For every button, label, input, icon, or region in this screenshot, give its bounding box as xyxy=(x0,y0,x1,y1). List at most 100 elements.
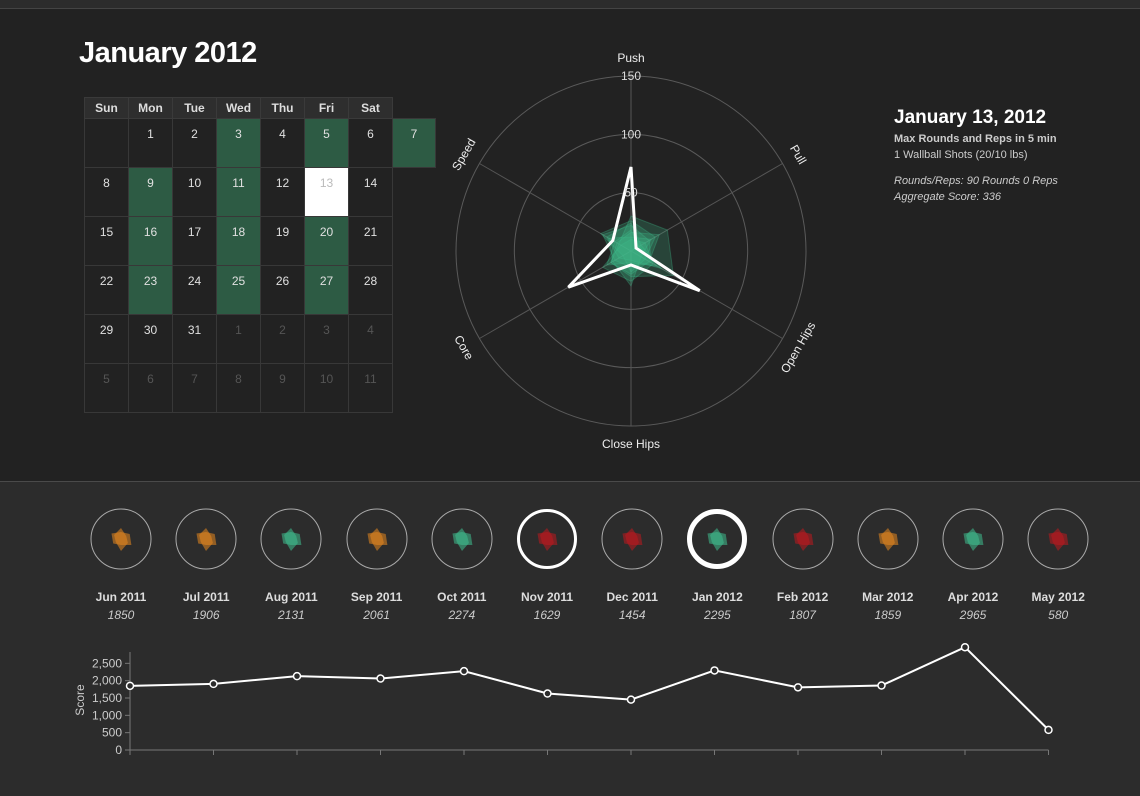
weekday-sat: Sat xyxy=(348,97,393,119)
score-point[interactable] xyxy=(710,666,719,675)
month-thumbnail[interactable] xyxy=(514,506,580,572)
calendar-week: 5 6 7 8 9 10 11 xyxy=(84,363,436,413)
month-item[interactable]: Mar 2012 1859 xyxy=(846,506,930,622)
calendar-day[interactable]: 15 xyxy=(84,216,129,266)
month-label: May 2012 xyxy=(1031,590,1085,604)
calendar-day: 10 xyxy=(304,363,349,413)
month-item[interactable]: Aug 2011 2131 xyxy=(249,506,333,622)
month-item[interactable]: Feb 2012 1807 xyxy=(761,506,845,622)
month-thumbnail[interactable] xyxy=(599,506,665,572)
month-item[interactable]: Dec 2011 1454 xyxy=(590,506,674,622)
calendar-day[interactable]: 12 xyxy=(260,167,305,217)
month-thumbnail[interactable] xyxy=(173,506,239,572)
calendar-day[interactable]: 17 xyxy=(172,216,217,266)
detail-date: January 13, 2012 xyxy=(894,107,1047,128)
detail-aggregate: Aggregate Score: 336 xyxy=(894,191,1002,203)
month-score: 1859 xyxy=(874,608,902,622)
y-tick-label: 2,000 xyxy=(92,674,122,688)
month-item[interactable]: Apr 2012 2965 xyxy=(931,506,1015,622)
calendar-day[interactable]: 3 xyxy=(216,118,261,168)
calendar-day: 3 xyxy=(304,314,349,364)
weekday-mon: Mon xyxy=(128,97,173,119)
radar-axis-label: Open Hips xyxy=(778,319,818,375)
score-point[interactable] xyxy=(877,681,886,690)
month-thumbnail[interactable] xyxy=(770,506,836,572)
calendar-day[interactable]: 24 xyxy=(172,265,217,315)
calendar-day[interactable]: 11 xyxy=(216,167,261,217)
score-point[interactable] xyxy=(960,642,970,652)
calendar-day[interactable]: 2 xyxy=(172,118,217,168)
score-point[interactable] xyxy=(292,671,302,681)
month-label: Jul 2011 xyxy=(182,590,230,604)
calendar-day[interactable]: 28 xyxy=(348,265,393,315)
calendar-day[interactable]: 8 xyxy=(84,167,129,217)
calendar-day[interactable]: 21 xyxy=(348,216,393,266)
y-axis-label: Score xyxy=(73,684,87,716)
calendar-day[interactable]: 18 xyxy=(216,216,261,266)
score-point[interactable] xyxy=(626,695,636,704)
month-thumbnail[interactable] xyxy=(88,506,154,572)
top-panel: January 2012 Sun Mon Tue Wed Thu Fri Sat 12345… xyxy=(0,8,1140,482)
month-item[interactable]: Nov 2011 1629 xyxy=(505,506,589,622)
score-point[interactable] xyxy=(376,674,385,683)
score-point[interactable] xyxy=(543,689,552,698)
month-thumbnail[interactable] xyxy=(940,506,1006,572)
weekday-fri: Fri xyxy=(304,97,349,119)
month-title: January 2012 xyxy=(79,37,257,69)
score-point[interactable] xyxy=(1044,725,1053,735)
calendar-day[interactable]: 4 xyxy=(260,118,305,168)
score-point[interactable] xyxy=(125,681,135,691)
calendar-grid: Sun Mon Tue Wed Thu Fri Sat 1 2 3 4 5 6 7 8 9 10 11 12 13 1… xyxy=(84,97,436,413)
month-item[interactable]: May 2012 580 xyxy=(1016,506,1100,622)
weekday-sun: Sun xyxy=(84,97,129,119)
calendar-day[interactable]: 19 xyxy=(260,216,305,266)
month-shape xyxy=(795,528,810,551)
score-point[interactable] xyxy=(793,683,803,692)
calendar-day[interactable]: 10 xyxy=(172,167,217,217)
month-score: 2274 xyxy=(448,608,476,622)
calendar-day[interactable]: 22 xyxy=(84,265,129,315)
calendar-day[interactable]: 30 xyxy=(128,314,173,364)
calendar-day[interactable]: 25 xyxy=(216,265,261,315)
month-item[interactable]: Jan 2012 2295 xyxy=(675,506,759,622)
score-line xyxy=(129,646,1050,731)
score-point[interactable] xyxy=(459,666,469,676)
month-item[interactable]: Oct 2011 2274 xyxy=(420,506,504,622)
calendar-day: 4 xyxy=(348,314,393,364)
calendar-day[interactable]: 9 xyxy=(128,167,173,217)
month-item[interactable]: Jun 2011 1850 xyxy=(79,506,163,622)
month-label: Dec 2011 xyxy=(606,590,658,604)
calendar-day[interactable]: 23 xyxy=(128,265,173,315)
calendar-day[interactable]: 29 xyxy=(84,314,129,364)
month-item[interactable]: Sep 2011 2061 xyxy=(335,506,419,622)
month-label: Sep 2011 xyxy=(350,590,403,604)
calendar-week: 1234567 xyxy=(84,118,436,168)
month-thumbnail[interactable] xyxy=(258,506,324,572)
calendar-day[interactable]: 1 xyxy=(128,118,173,168)
radar-axis-label: Core xyxy=(451,333,476,363)
calendar-day[interactable]: 14 xyxy=(348,167,393,217)
month-thumbnail[interactable] xyxy=(855,506,921,572)
calendar-day[interactable]: 6 xyxy=(348,118,393,168)
weekday-thu: Thu xyxy=(260,97,305,119)
calendar-day[interactable]: 26 xyxy=(260,265,305,315)
month-thumbnail[interactable] xyxy=(684,506,750,572)
month-label: Jun 2011 xyxy=(95,590,147,604)
calendar-day[interactable]: 27 xyxy=(304,265,349,315)
y-tick-label: 2,500 xyxy=(92,656,122,670)
month-thumbnail[interactable] xyxy=(429,506,495,572)
calendar-day[interactable]: 16 xyxy=(128,216,173,266)
month-score: 1850 xyxy=(107,608,135,622)
calendar-day[interactable]: 5 xyxy=(304,118,349,168)
score-point[interactable] xyxy=(209,679,218,689)
month-shape xyxy=(369,528,384,551)
calendar-day[interactable]: 31 xyxy=(172,314,217,364)
calendar-day-selected[interactable]: 13 xyxy=(304,167,349,217)
month-item[interactable]: Jul 2011 1906 xyxy=(164,506,248,622)
month-shape xyxy=(199,528,214,551)
calendar-week: 29 30 31 1 2 3 4 xyxy=(84,314,436,364)
calendar-day[interactable]: 20 xyxy=(304,216,349,266)
month-thumbnail[interactable] xyxy=(344,506,410,572)
weekday-tue: Tue xyxy=(172,97,217,119)
month-thumbnail[interactable] xyxy=(1025,506,1091,572)
